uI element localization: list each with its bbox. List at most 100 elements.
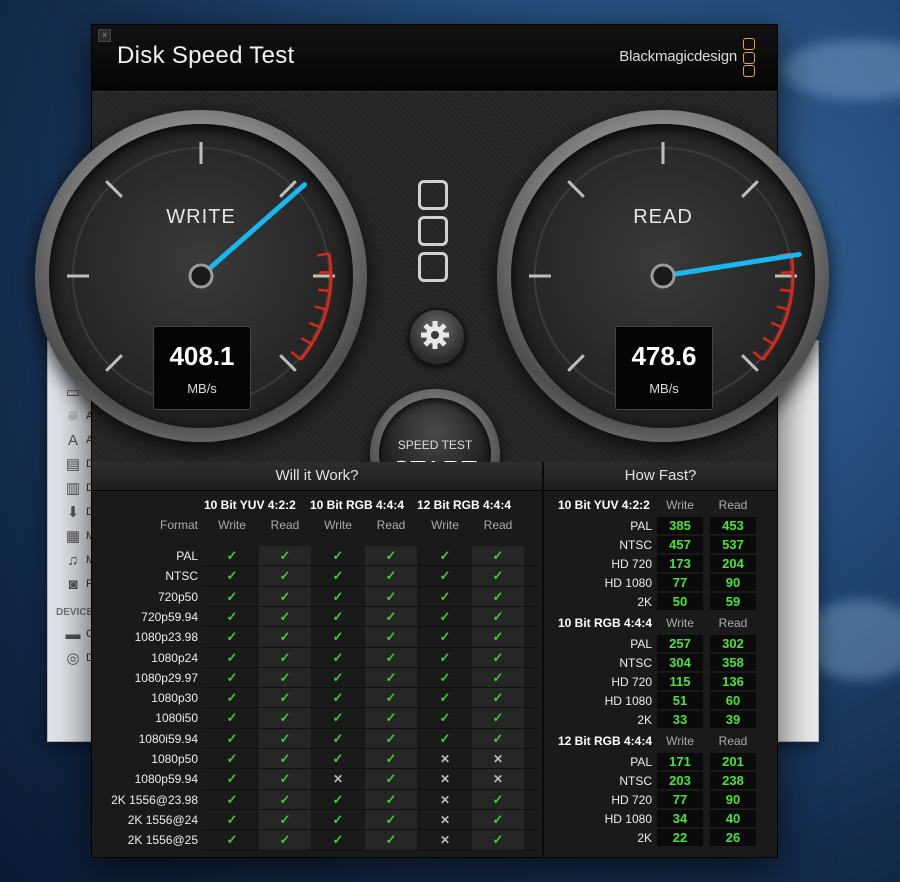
format-row-label: NTSC [165,569,198,584]
write-fps-value: 171 [657,753,703,770]
format-row-label: 1080p30 [151,691,198,706]
read-gauge-tick [741,354,759,372]
speed-row-label: PAL [630,519,652,533]
read-speed-value: 478.6 [631,341,697,371]
checkmark-icon: ✓ [332,649,344,665]
speed-group-header: 10 Bit YUV 4:2:2 [558,498,650,512]
write-gauge-hub [188,263,214,289]
checkmark-icon: ✓ [332,791,344,807]
checkmark-icon: ✓ [385,791,397,807]
write-fps-value: 385 [657,517,703,534]
subcolumn-header: Write [324,518,352,532]
write-fps-value: 77 [657,574,703,591]
documents-icon: ▥ [65,480,81,497]
format-row-label: 720p59.94 [141,609,198,624]
checkmark-icon: ✓ [385,710,397,726]
format-row-label: 720p50 [157,589,198,604]
table-row-divider [202,666,537,668]
checkmark-icon: ✓ [332,730,344,746]
table-row-divider [202,808,537,810]
table-row-divider [202,748,537,749]
checkmark-icon: ✓ [492,730,504,746]
checkmark-icon: ✓ [279,771,291,787]
checkmark-icon: ✓ [385,568,397,584]
write-fps-value: 77 [657,791,703,808]
cross-icon: ✕ [439,792,451,807]
read-fps-value: 60 [710,692,756,709]
format-group-header: 12 Bit RGB 4:4:4 [417,498,512,512]
how-fast-header: How Fast? [544,462,777,491]
write-fps-value: 115 [657,673,703,690]
table-row-divider [202,788,537,790]
checkmark-icon: ✓ [226,730,238,746]
write-gauge: WRITE 408.1 MB/s [35,110,367,442]
checkmark-icon: ✓ [385,811,397,827]
write-subheader: Write [666,498,694,512]
disc-icon: ◎ [66,650,80,667]
checkmark-icon: ✓ [439,710,451,726]
checkmark-icon: ✓ [226,588,238,604]
checkmark-icon: ✓ [332,568,344,584]
music-icon: ♫ [67,552,79,569]
checkmark-icon: ✓ [439,669,451,685]
speed-row-label: 2K [637,713,652,727]
panel-divider [542,462,544,857]
checkmark-icon: ✓ [332,690,344,706]
cross-icon: ✕ [439,772,451,787]
checkmark-icon: ✓ [385,649,397,665]
write-subheader: Write [666,734,694,748]
read-redline-tick [752,350,764,361]
window-title: Disk Speed Test [117,42,295,69]
checkmark-icon: ✓ [279,832,291,848]
write-readout: 408.1 MB/s [153,326,251,410]
subcolumn-header: Write [431,518,459,532]
format-row-label: 2K 1556@25 [127,833,198,848]
format-row-label: 1080i59.94 [138,731,198,746]
movies-icon: ▦ [65,528,81,545]
subcolumn-header: Read [376,518,406,532]
checkmark-icon: ✓ [492,548,504,563]
read-readout: 478.6 MB/s [615,326,713,410]
disk-icon: ▬ [65,626,81,643]
read-fps-value: 204 [710,555,756,572]
checkmark-icon: ✓ [226,791,238,807]
table-row-divider [202,768,537,770]
table-row-divider [202,829,537,831]
read-fps-value: 59 [710,593,756,610]
settings-button[interactable] [408,308,466,366]
checkmark-icon: ✓ [385,588,397,604]
read-fps-value: 358 [710,654,756,671]
checkmark-icon: ✓ [385,669,397,685]
desktop-wallpaper-glow [780,40,900,100]
table-row-divider [202,646,537,648]
blackmagic-logo-icon [743,38,755,78]
speed-row-label: NTSC [619,774,652,788]
read-redline-tick [780,288,793,293]
checkmark-icon: ✓ [226,832,238,848]
read-fps-value: 90 [710,574,756,591]
checkmark-icon: ✓ [439,608,451,624]
checkmark-icon: ✓ [279,730,291,746]
table-row-divider [202,626,537,628]
read-fps-value: 40 [710,810,756,827]
format-row-label: PAL [176,549,198,563]
read-subheader: Read [718,498,748,512]
speed-row-label: 2K [637,595,652,609]
checkmark-icon: ✓ [226,568,238,584]
read-fps-value: 90 [710,791,756,808]
checkmark-icon: ✓ [492,811,504,827]
checkmark-icon: ✓ [332,811,344,827]
read-fps-value: 537 [710,536,756,553]
checkmark-icon: ✓ [439,588,451,604]
checkmark-icon: ✓ [279,568,291,584]
speed-group-header: 12 Bit RGB 4:4:4 [558,734,653,748]
checkmark-icon: ✓ [226,608,238,624]
title-bar: × Disk Speed Test Blackmagicdesign [92,25,777,92]
close-icon[interactable]: × [98,29,111,42]
checkmark-icon: ✓ [226,710,238,726]
speed-row-label: HD 720 [611,793,652,807]
checkmark-icon: ✓ [492,690,504,706]
checkmark-icon: ✓ [226,690,238,706]
write-speed-unit: MB/s [187,381,217,396]
checkmark-icon: ✓ [439,629,451,645]
